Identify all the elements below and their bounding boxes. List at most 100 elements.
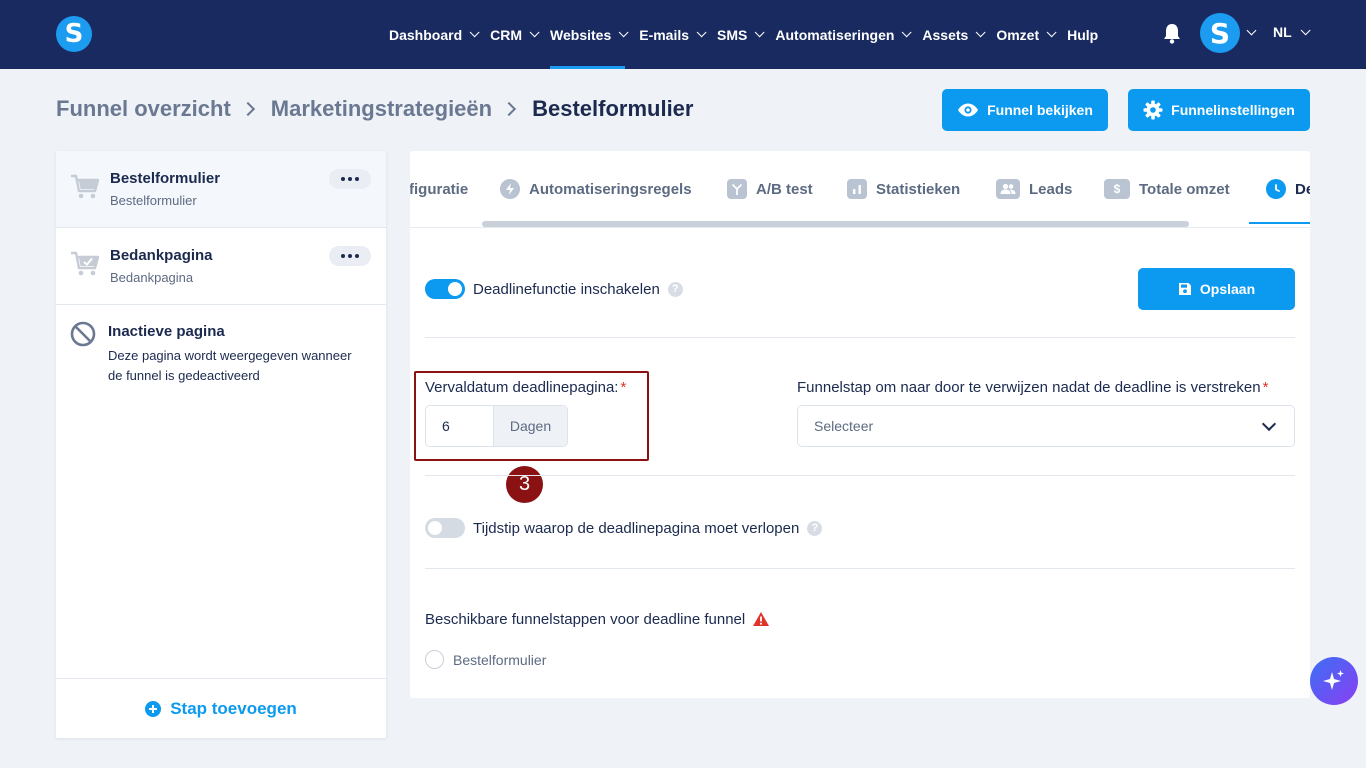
tab-label: Automatiseringsregels <box>529 180 692 198</box>
split-icon <box>727 179 747 199</box>
deadline-enable-label: Deadlinefunctie inschakelen ? <box>473 278 683 300</box>
add-step-button[interactable]: Stap toevoegen <box>56 678 386 738</box>
main-menu: Dashboard CRM Websites E-mails SMS Autom… <box>389 0 1112 69</box>
nav-item-emails[interactable]: E-mails <box>639 0 707 69</box>
tab-totale-omzet[interactable]: $ Totale omzet <box>1104 177 1230 201</box>
ai-assistant-button[interactable] <box>1310 657 1358 705</box>
more-dot-icon <box>348 177 352 181</box>
tabs-scrollbar[interactable] <box>482 221 1189 227</box>
funnel-step-bedankpagina[interactable]: Bedankpagina Bedankpagina <box>56 228 386 305</box>
expiry-time-toggle[interactable] <box>425 518 465 538</box>
tab-label: A/B test <box>756 180 813 198</box>
available-steps-label: Beschikbare funnelstappen voor deadline … <box>425 608 770 630</box>
bell-icon[interactable] <box>1162 22 1182 44</box>
tab-configuratie[interactable]: figuratie <box>410 177 468 201</box>
chevron-down-icon <box>1261 416 1277 432</box>
section-divider <box>425 337 1295 338</box>
step-title: Bestelformulier <box>110 170 221 187</box>
expiry-time-text: Tijdstip waarop de deadlinepagina moet v… <box>473 519 800 537</box>
chevron-down-icon[interactable] <box>1246 25 1257 36</box>
nav-item-automatiseringen[interactable]: Automatiseringen <box>775 0 912 69</box>
tab-statistieken[interactable]: Statistieken <box>847 177 960 201</box>
more-dot-icon <box>355 254 359 258</box>
tab-leads[interactable]: Leads <box>996 177 1072 201</box>
annotation-step-badge: 3 <box>506 466 543 503</box>
breadcrumb-funnel[interactable]: Marketingstrategieën <box>271 96 492 122</box>
nav-item-label: Dashboard <box>389 26 463 43</box>
step-options-button[interactable] <box>329 169 371 189</box>
toggle-knob <box>448 282 462 296</box>
inactive-page-title: Inactieve pagina <box>108 323 225 340</box>
eye-icon <box>958 103 979 117</box>
breadcrumb: Funnel overzicht Marketingstrategieën Be… <box>56 96 693 122</box>
chevron-down-icon <box>902 27 912 38</box>
deadline-settings-panel: figuratie Automatiseringsregels A/B test… <box>410 151 1310 698</box>
nav-item-crm[interactable]: CRM <box>490 0 540 69</box>
nav-item-label: Omzet <box>996 26 1040 43</box>
language-selector[interactable]: NL <box>1273 24 1311 40</box>
nav-item-label: SMS <box>717 26 748 43</box>
nav-item-label: Automatiseringen <box>775 26 895 43</box>
ban-icon <box>70 321 96 347</box>
nav-item-hulp[interactable]: Hulp <box>1067 0 1098 69</box>
funnel-step-bestelformulier[interactable]: Bestelformulier Bestelformulier <box>56 151 386 228</box>
tab-deadline[interactable]: De <box>1266 177 1310 201</box>
lightning-icon <box>500 179 520 199</box>
funnel-steps-sidebar: Bestelformulier Bestelformulier Bedankpa… <box>56 151 386 738</box>
funnel-settings-button[interactable]: Funnelinstellingen <box>1128 89 1310 131</box>
more-dot-icon <box>348 254 352 258</box>
tab-label: Statistieken <box>876 180 961 198</box>
nav-item-label: E-mails <box>639 26 690 43</box>
chevron-down-icon <box>755 27 765 38</box>
radio-button[interactable] <box>425 650 444 669</box>
view-funnel-button[interactable]: Funnel bekijken <box>942 89 1108 131</box>
dollar-icon: $ <box>1104 179 1130 199</box>
redirect-label: Funnelstap om naar door te verwijzen nad… <box>797 379 1268 396</box>
tab-ab-test[interactable]: A/B test <box>727 177 813 201</box>
help-icon[interactable]: ? <box>807 520 823 536</box>
avatar[interactable]: S <box>1200 13 1240 53</box>
floppy-disk-icon <box>1178 283 1191 295</box>
save-label: Opslaan <box>1199 281 1256 297</box>
required-mark: * <box>1262 379 1269 396</box>
nav-item-sms[interactable]: SMS <box>717 0 765 69</box>
nav-item-label: CRM <box>490 26 523 43</box>
redirect-step-select[interactable]: Selecteer <box>797 405 1295 447</box>
chevron-right-icon <box>240 101 255 117</box>
nav-item-assets[interactable]: Assets <box>922 0 986 69</box>
cart-icon <box>71 174 100 199</box>
redirect-select-placeholder: Selecteer <box>814 418 874 434</box>
chevron-down-icon <box>618 27 629 38</box>
nav-item-dashboard[interactable]: Dashboard <box>389 0 480 69</box>
deadline-enable-toggle[interactable] <box>425 279 465 299</box>
step-options-button[interactable] <box>329 246 371 266</box>
add-step-label: Stap toevoegen <box>170 698 297 718</box>
bar-chart-icon <box>847 179 867 199</box>
step-subtitle: Bedankpagina <box>110 270 194 285</box>
chevron-right-icon <box>502 101 517 117</box>
funnel-settings-label: Funnelinstellingen <box>1171 102 1295 118</box>
more-dot-icon <box>355 177 359 181</box>
inactive-page-description: Deze pagina wordt weergegeven wanneer de… <box>108 348 352 383</box>
available-step-option[interactable]: Bestelformulier <box>425 650 546 669</box>
view-funnel-label: Funnel bekijken <box>987 102 1093 118</box>
breadcrumb-funnel-overview[interactable]: Funnel overzicht <box>56 96 231 122</box>
deadline-enable-text: Deadlinefunctie inschakelen <box>473 280 660 298</box>
gear-icon <box>1143 100 1163 120</box>
nav-item-websites[interactable]: Websites <box>550 0 629 69</box>
tab-automatiseringsregels[interactable]: Automatiseringsregels <box>500 177 692 201</box>
chevron-down-icon <box>529 27 540 38</box>
nav-item-label: Assets <box>922 26 969 43</box>
nav-item-omzet[interactable]: Omzet <box>996 0 1057 69</box>
help-icon[interactable]: ? <box>667 281 683 297</box>
plus-circle-icon <box>145 700 162 717</box>
nav-item-label: Websites <box>550 26 612 43</box>
active-tab-indicator <box>1249 222 1310 224</box>
available-steps-text: Beschikbare funnelstappen voor deadline … <box>425 610 746 628</box>
cart-check-icon <box>71 251 100 276</box>
app-logo[interactable]: S <box>56 16 92 52</box>
section-divider <box>425 568 1295 569</box>
tab-label: figuratie <box>410 180 469 198</box>
warning-icon <box>753 612 770 626</box>
save-button[interactable]: Opslaan <box>1138 268 1295 310</box>
